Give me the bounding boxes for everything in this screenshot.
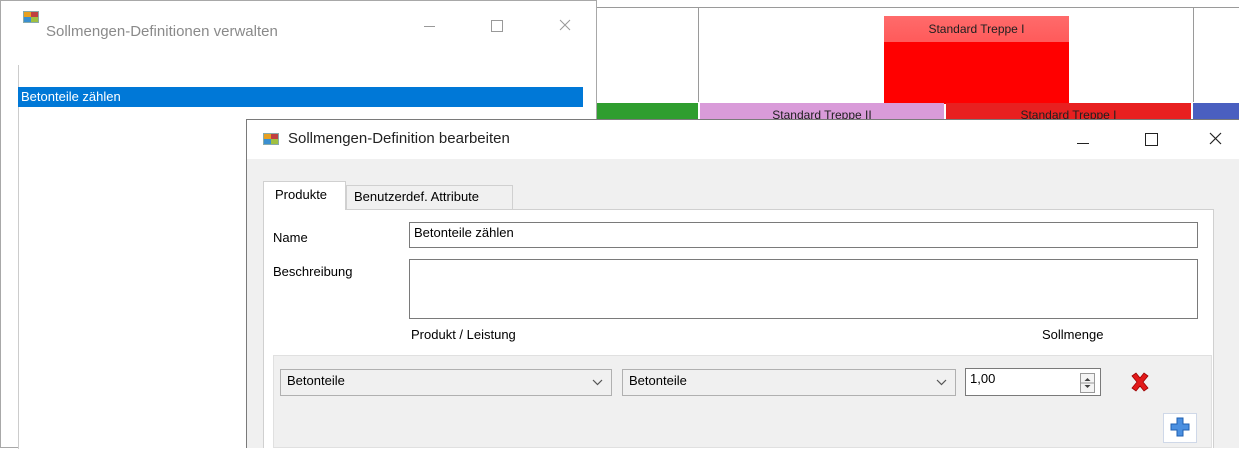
maximize-icon [1144, 133, 1158, 146]
list-item-label: Betonteile zählen [21, 89, 121, 104]
service-select-value: Betonteile [629, 373, 687, 388]
block-standard-treppe-top[interactable]: Standard Treppe I [884, 16, 1069, 104]
maximize-button[interactable] [474, 1, 520, 63]
spin-arrows-icon [1081, 378, 1094, 388]
block-label: Standard Treppe I [928, 22, 1025, 36]
name-label: Name [273, 230, 308, 245]
chevron-down-icon [592, 372, 603, 389]
minimize-icon [423, 25, 435, 27]
grid-line [596, 7, 1239, 8]
close-button[interactable] [542, 1, 588, 63]
quantity-stepper[interactable]: 1,00 [965, 368, 1101, 396]
tab-label: Benutzerdef. Attribute [354, 189, 480, 204]
dialog-title: Sollmengen-Definition bearbeiten [288, 130, 510, 147]
red-x-icon [1129, 371, 1151, 396]
spin-buttons[interactable] [1080, 373, 1095, 393]
minimize-icon [1077, 143, 1089, 144]
product-select-value: Betonteile [287, 373, 345, 388]
grid-line [1193, 7, 1194, 102]
name-field[interactable]: Betonteile zählen [409, 222, 1198, 248]
close-icon [1209, 132, 1222, 148]
minimize-button[interactable] [1060, 120, 1106, 159]
add-row-button[interactable] [1163, 413, 1197, 443]
list-item[interactable]: Betonteile zählen [18, 87, 583, 107]
quantity-value: 1,00 [970, 371, 996, 386]
app-icon [263, 133, 279, 145]
close-button[interactable] [1192, 120, 1238, 159]
tab-label: Produkte [275, 187, 328, 202]
close-icon [559, 19, 571, 34]
description-field[interactable] [409, 259, 1198, 319]
maximize-button[interactable] [1128, 120, 1174, 159]
maximize-icon [491, 20, 503, 32]
column-header-quantity: Sollmenge [1042, 327, 1104, 342]
tab-benutzerdef-attribute[interactable]: Benutzerdef. Attribute [346, 185, 513, 209]
column-header-product: Produkt / Leistung [411, 327, 516, 342]
window-title: Sollmengen-Definitionen verwalten [46, 23, 278, 40]
app-icon [23, 11, 39, 23]
minimize-button[interactable] [406, 1, 452, 63]
title-bar: Sollmengen-Definition bearbeiten [247, 120, 1239, 159]
service-select[interactable]: Betonteile [622, 369, 956, 396]
grid-line [698, 7, 699, 102]
name-value: Betonteile zählen [414, 225, 514, 240]
remove-row-button[interactable] [1127, 370, 1153, 396]
product-select[interactable]: Betonteile [280, 369, 612, 396]
chevron-down-icon [936, 372, 947, 389]
tab-produkte[interactable]: Produkte [263, 181, 346, 210]
plus-icon [1170, 417, 1190, 440]
description-label: Beschreibung [273, 264, 353, 279]
